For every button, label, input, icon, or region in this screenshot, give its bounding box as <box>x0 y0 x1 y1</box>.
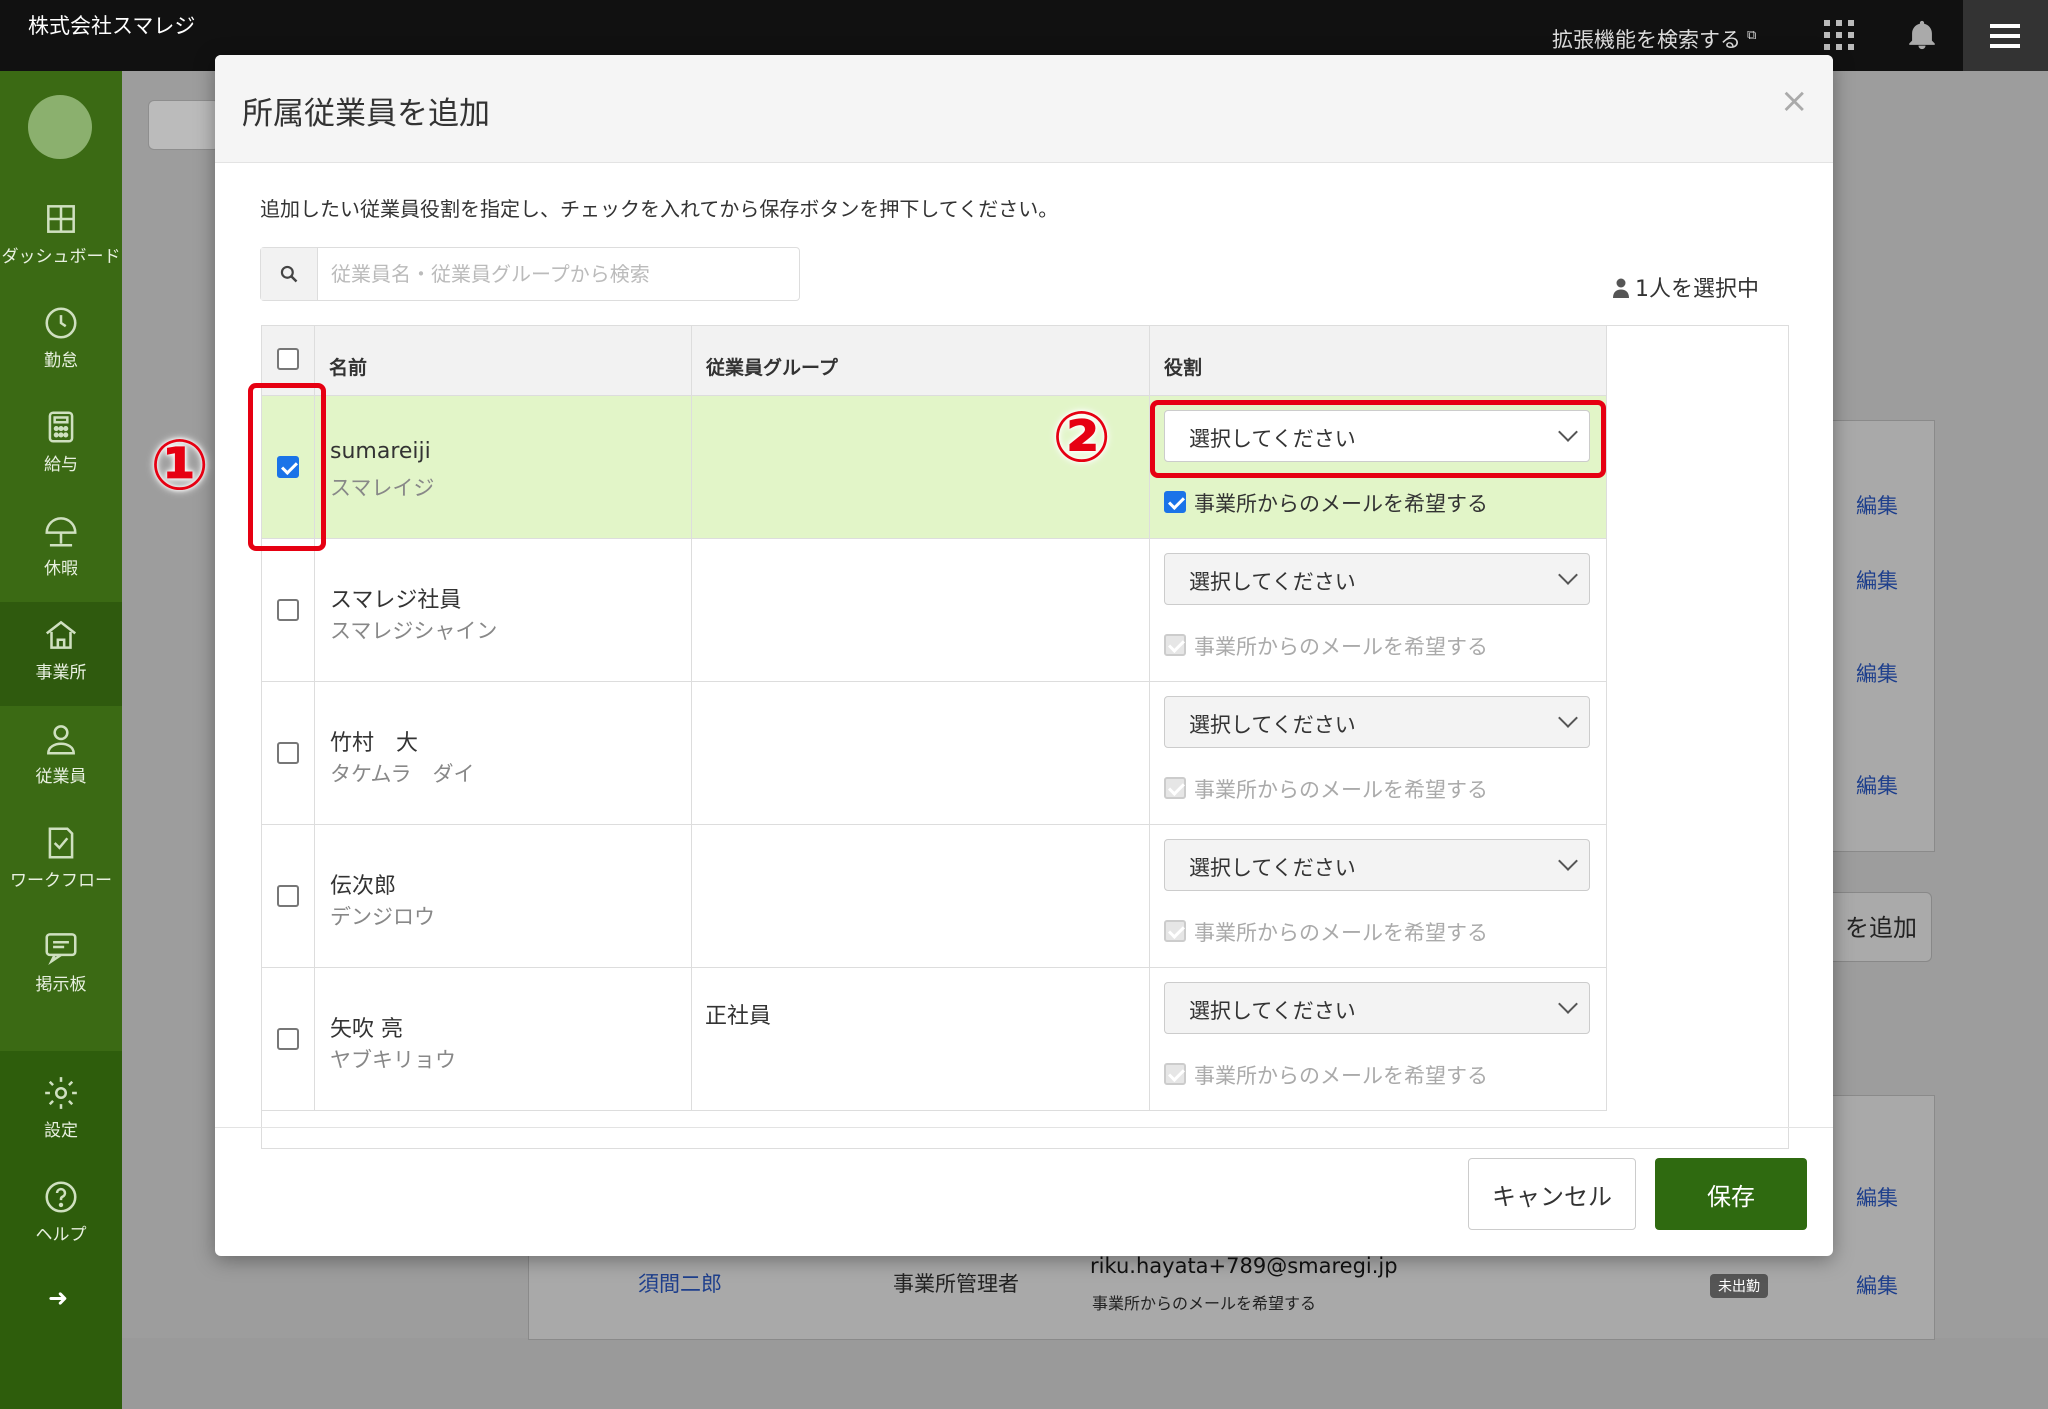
role-select[interactable]: 選択してください <box>1164 696 1590 748</box>
bell-icon[interactable] <box>1905 18 1939 52</box>
add-employee-modal: 所属従業員を追加 × 追加したい従業員役割を指定し、チェックを入れてから保存ボタ… <box>215 55 1833 1256</box>
annotation-number-2: ② <box>1052 396 1112 478</box>
apps-grid-icon[interactable] <box>1824 20 1854 50</box>
back-button[interactable] <box>148 100 220 150</box>
clock-icon <box>45 307 77 339</box>
table-row: 竹村 大 タケムラ ダイ 選択してください 事業所からのメールを希望する <box>262 682 1607 825</box>
mail-pref-label: 事業所からのメールを希望する <box>1194 921 1488 945</box>
help-icon <box>45 1181 77 1213</box>
sidebar-item-leave[interactable]: 休暇 <box>0 498 122 602</box>
edit-link[interactable]: 編集 <box>1856 1182 1898 1212</box>
modal-title: 所属従業員を追加 <box>242 96 490 132</box>
employee-kana: スマレイジ <box>330 476 435 500</box>
row-checkbox[interactable] <box>277 742 299 764</box>
mail-pref-label: 事業所からのメールを希望する <box>1194 492 1488 516</box>
search-icon <box>280 265 298 283</box>
select-all-checkbox[interactable] <box>277 348 299 370</box>
employee-email-pref: 事業所からのメールを希望する <box>1092 1294 1317 1313</box>
employee-kana: スマレジシャイン <box>330 619 498 643</box>
checklist-icon <box>48 827 74 859</box>
instruction-text: 追加したい従業員役割を指定し、チェックを入れてから保存ボタンを押下してください。 <box>260 197 1059 221</box>
mail-pref-label: 事業所からのメールを希望する <box>1194 778 1488 802</box>
employee-role: 事業所管理者 <box>893 1272 1019 1296</box>
column-header-name: 名前 <box>314 326 691 396</box>
column-header-role: 役割 <box>1149 326 1607 396</box>
external-link-icon: ⧉ <box>1747 28 1757 43</box>
save-button[interactable]: 保存 <box>1655 1158 1807 1230</box>
annotation-box-role <box>1150 400 1606 478</box>
mail-pref-checkbox <box>1164 1063 1186 1085</box>
role-select[interactable]: 選択してください <box>1164 839 1590 891</box>
search-input[interactable] <box>321 248 803 300</box>
sidebar-item-settings[interactable]: 設定 <box>0 1060 122 1164</box>
umbrella-icon <box>45 517 77 547</box>
cancel-button[interactable]: キャンセル <box>1468 1158 1636 1230</box>
person-icon <box>47 725 75 755</box>
table-row: スマレジ社員 スマレジシャイン 選択してください 事業所からのメールを希望する <box>262 539 1607 682</box>
employee-name: 伝次郎 <box>330 874 397 899</box>
search-button[interactable] <box>261 248 318 300</box>
table-row: 伝次郎 デンジロウ 選択してください 事業所からのメールを希望する <box>262 825 1607 968</box>
employee-email: riku.hayata+789@smaregi.jp <box>1090 1254 1398 1278</box>
dashboard-icon <box>47 205 75 233</box>
company-name: 株式会社スマレジ <box>28 14 196 38</box>
mail-pref-checkbox <box>1164 634 1186 656</box>
mail-pref-checkbox <box>1164 920 1186 942</box>
edit-link[interactable]: 編集 <box>1856 565 1898 595</box>
employee-kana: タケムラ ダイ <box>330 762 475 786</box>
sidebar-item-employees[interactable]: 従業員 <box>0 706 122 810</box>
person-icon <box>1613 278 1629 298</box>
sidebar-item-workflow[interactable]: ワークフロー <box>0 810 122 914</box>
sidebar-item-help[interactable]: ヘルプ <box>0 1164 122 1268</box>
employee-name-link[interactable]: 須間二郎 <box>638 1268 722 1298</box>
message-icon <box>45 933 77 965</box>
edit-link[interactable]: 編集 <box>1856 770 1898 800</box>
search-box <box>260 247 803 301</box>
employee-kana: ヤブキリョウ <box>330 1048 456 1072</box>
sidebar-item-bulletin[interactable]: 掲示板 <box>0 914 122 1018</box>
hamburger-menu-button[interactable] <box>1963 0 2048 71</box>
calculator-icon <box>48 411 74 443</box>
employee-kana: デンジロウ <box>330 905 435 929</box>
table-row: 矢吹 亮 ヤブキリョウ 正社員 選択してください 事業所からのメールを希望する <box>262 968 1607 1111</box>
employee-name: sumareiji <box>330 439 431 464</box>
edit-link[interactable]: 編集 <box>1856 658 1898 688</box>
home-icon <box>45 620 77 649</box>
edit-link[interactable]: 編集 <box>1856 490 1898 520</box>
employee-group: 正社員 <box>705 1004 772 1029</box>
avatar[interactable] <box>28 95 92 159</box>
row-checkbox[interactable] <box>277 1028 299 1050</box>
status-badge: 未出勤 <box>1710 1274 1768 1298</box>
row-checkbox[interactable] <box>277 885 299 907</box>
sidebar-item-attendance[interactable]: 勤怠 <box>0 290 122 394</box>
modal-header: 所属従業員を追加 × <box>215 55 1833 163</box>
mail-pref-checkbox <box>1164 777 1186 799</box>
sidebar-item-payroll[interactable]: 給与 <box>0 394 122 498</box>
role-select[interactable]: 選択してください <box>1164 553 1590 605</box>
edit-link[interactable]: 編集 <box>1856 1270 1898 1300</box>
role-select[interactable]: 選択してください <box>1164 982 1590 1034</box>
selected-count: 1人を選択中 <box>1613 271 1759 303</box>
collapse-arrow-icon[interactable]: ➜ <box>48 1284 68 1312</box>
sidebar-item-dashboard[interactable]: ダッシュボード <box>0 186 122 290</box>
gear-icon <box>45 1077 77 1109</box>
annotation-number-1: ① <box>150 424 210 506</box>
sidebar-item-office[interactable]: 事業所 <box>0 602 122 706</box>
modal-footer-divider <box>215 1127 1833 1128</box>
mail-pref-label: 事業所からのメールを希望する <box>1194 1064 1488 1088</box>
column-header-group: 従業員グループ <box>691 326 1149 396</box>
close-icon[interactable]: × <box>1780 81 1809 121</box>
employee-name: 矢吹 亮 <box>330 1017 403 1042</box>
mail-pref-label: 事業所からのメールを希望する <box>1194 635 1488 659</box>
employee-name: スマレジ社員 <box>330 588 462 613</box>
employee-name: 竹村 大 <box>330 731 419 756</box>
sidebar: ダッシュボード 勤怠 給与 休暇 事業所 従業員 ワークフロー 掲示板 設定 ヘ… <box>0 71 122 1409</box>
annotation-box-checkbox <box>248 383 326 551</box>
extension-search-link[interactable]: 拡張機能を検索する ⧉ <box>1552 24 1756 54</box>
row-checkbox[interactable] <box>277 599 299 621</box>
mail-pref-checkbox[interactable] <box>1164 491 1186 513</box>
